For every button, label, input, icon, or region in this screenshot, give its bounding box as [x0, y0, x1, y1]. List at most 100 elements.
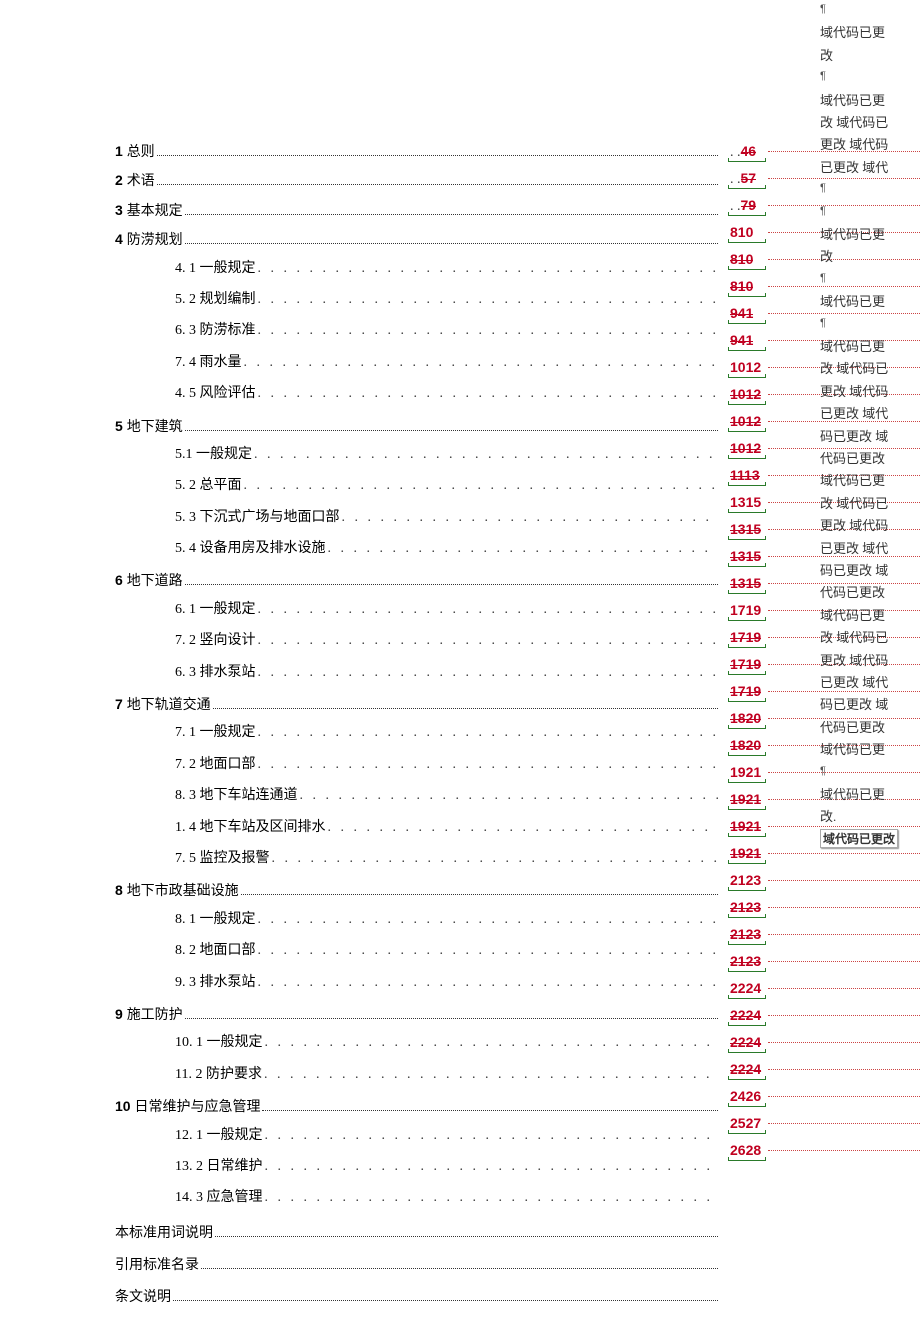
toc-sub-row: 1. 4 地下车站及区间排水	[175, 817, 720, 843]
page-number-cell: 2224	[730, 1031, 920, 1053]
toc-sub-row: 7. 5 监控及报警	[175, 848, 720, 874]
tracked-change-annotation: 改	[820, 45, 833, 64]
toc-label: 7. 5 监控及报警	[175, 848, 270, 870]
toc-sub-row: 5. 4 设备用房及排水设施	[175, 538, 720, 564]
page-number-cell: 2628	[730, 1139, 920, 1161]
toc-leader-dots	[157, 183, 718, 185]
toc-sub-row: 12. 1 一般规定	[175, 1125, 720, 1151]
toc-plain-row: 引用标准名录	[115, 1254, 720, 1274]
page-number: 2224	[730, 977, 761, 999]
toc-sub-row: 4. 1 一般规定	[175, 258, 720, 284]
toc-sub-row: 11. 2 防护要求	[175, 1064, 720, 1090]
toc-leader-dots	[258, 383, 719, 405]
toc-label: 引用标准名录	[115, 1254, 199, 1274]
toc-leader-dots	[258, 599, 719, 621]
toc-chapter-row: 6 地下道路	[115, 569, 720, 593]
tracked-change-annotation: 更改 域代码	[820, 515, 888, 534]
tracked-change-annotation: 已更改 域代	[820, 403, 888, 422]
tracked-change-annotation: 码已更改 域	[820, 426, 888, 445]
toc-label: 14. 3 应急管理	[175, 1187, 263, 1209]
tracked-change-annotation: 代码已更改	[820, 582, 885, 601]
toc-plain-row: 本标准用词说明	[115, 1222, 720, 1242]
toc-sub-row: 8. 1 一般规定	[175, 909, 720, 935]
toc-label: 12. 1 一般规定	[175, 1125, 263, 1147]
toc-leader-dots	[185, 242, 718, 244]
page-number: 1113	[730, 464, 760, 486]
page-number: 1820	[730, 707, 761, 729]
toc-leader-dots	[258, 320, 719, 342]
tracked-change-annotation: 域代码已更	[820, 336, 885, 355]
page-number: 1012	[730, 356, 761, 378]
toc-label: 8. 3 地下车站连通道	[175, 785, 298, 807]
page-number: 810	[730, 248, 753, 270]
paragraph-marker-icon: ¶	[820, 314, 826, 330]
toc-sub-row: 8. 3 地下车站连通道	[175, 785, 720, 811]
toc-sub-row: 7. 4 雨水量	[175, 352, 720, 378]
annotation-connector	[768, 691, 920, 692]
toc-label: 6. 3 排水泵站	[175, 662, 256, 684]
tracked-change-annotation: 域代码已更	[820, 291, 885, 310]
revision-underline	[728, 944, 766, 945]
revision-underline	[728, 188, 766, 189]
page-number: 1315	[730, 491, 761, 513]
tracked-change-annotation: 域代码已更改	[820, 829, 898, 848]
paragraph-marker-icon: ¶	[820, 0, 826, 16]
toc-label: 7. 2 地面口部	[175, 754, 256, 776]
revision-underline	[728, 269, 766, 270]
toc-sub-row: 6. 3 排水泵站	[175, 662, 720, 688]
annotation-connector	[768, 853, 920, 854]
page-number-cell: 2426	[730, 1085, 920, 1107]
toc-label: 5 地下建筑	[115, 415, 183, 439]
toc-leader-dots	[244, 475, 719, 497]
annotation-connector	[768, 205, 920, 206]
page-number: 2426	[730, 1085, 761, 1107]
toc-leader-dots	[272, 848, 719, 870]
page-number: 79	[741, 194, 757, 216]
toc-leader-dots	[258, 940, 719, 962]
toc-leader-dots	[244, 352, 719, 374]
revision-underline	[728, 782, 766, 783]
toc-label: 7. 2 竖向设计	[175, 630, 256, 652]
page-number-cell: 2123	[730, 896, 920, 918]
page-number: 1921	[730, 842, 761, 864]
toc-chapter-row: 2 术语	[115, 169, 720, 193]
toc-leader-dots	[300, 785, 719, 807]
tracked-change-annotation: 域代码已更	[820, 784, 885, 803]
toc-label: 7. 1 一般规定	[175, 722, 256, 744]
revision-underline	[728, 863, 766, 864]
toc-leader-dots	[264, 1064, 718, 1086]
toc-label: 9. 3 排水泵站	[175, 972, 256, 994]
toc-leader-dots	[342, 507, 719, 529]
revision-underline	[728, 647, 766, 648]
revision-underline	[728, 377, 766, 378]
toc-sub-row: 10. 1 一般规定	[175, 1032, 720, 1058]
annotation-connector	[768, 826, 920, 827]
page-number-cell: 2123	[730, 950, 920, 972]
toc-leader-dots	[185, 429, 718, 431]
annotation-connector	[768, 1015, 920, 1016]
revision-underline	[728, 593, 766, 594]
tracked-change-annotation: 改 域代码已	[820, 358, 888, 377]
toc-chapter-row: 7 地下轨道交通	[115, 693, 720, 717]
revision-underline	[728, 1079, 766, 1080]
toc-leader-dots	[258, 754, 719, 776]
page-number: 1315	[730, 518, 761, 540]
annotation-connector	[768, 286, 920, 287]
revision-underline	[728, 1106, 766, 1107]
toc-sub-row: 5. 3 下沉式广场与地面口部	[175, 507, 720, 533]
revision-underline	[728, 998, 766, 999]
tracked-change-annotation: 码已更改 域	[820, 694, 888, 713]
toc-sub-row: 7. 1 一般规定	[175, 722, 720, 748]
page-number-cell: 2224	[730, 1004, 920, 1026]
page-number: 1820	[730, 734, 761, 756]
revision-underline	[728, 1133, 766, 1134]
toc-label: 5. 2 总平面	[175, 475, 242, 497]
page-number: 1012	[730, 437, 761, 459]
page-number: 1719	[730, 653, 761, 675]
toc-label: 6 地下道路	[115, 569, 183, 593]
toc-label: 4. 5 风险评估	[175, 383, 256, 405]
toc-label: 本标准用词说明	[115, 1222, 213, 1242]
toc-sub-row: 9. 3 排水泵站	[175, 972, 720, 998]
page-number: 810	[730, 275, 753, 297]
toc-sub-row: 5.1 一般规定	[175, 444, 720, 470]
